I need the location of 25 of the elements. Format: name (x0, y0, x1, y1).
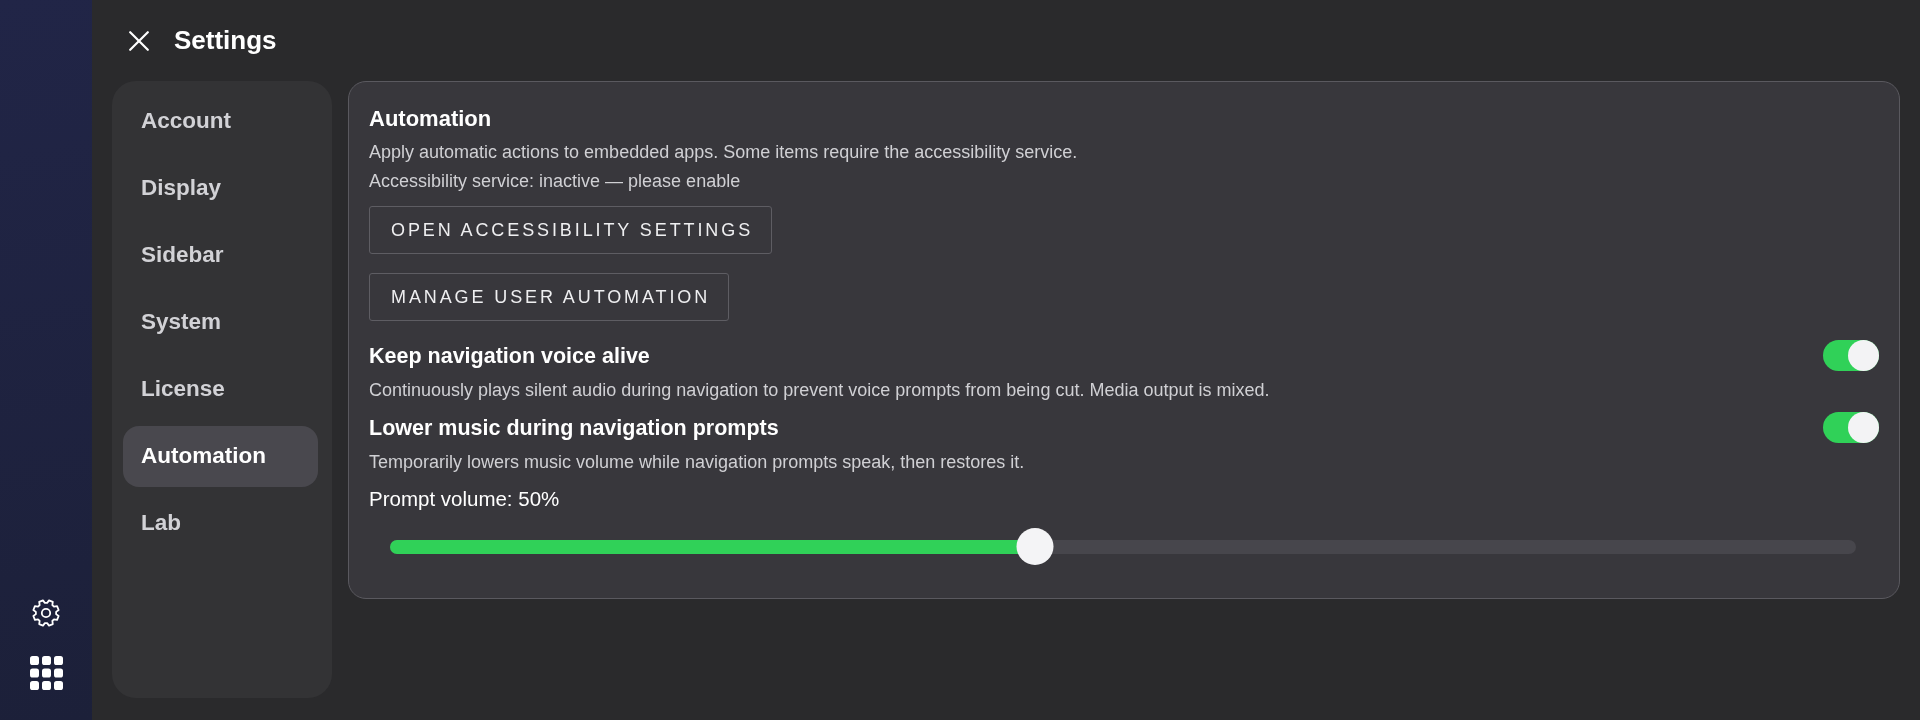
toggle-switch[interactable] (1823, 412, 1879, 443)
setting-description: Temporarily lowers music volume while navigation prompts speak, then restores it. (369, 451, 1026, 474)
service-status-text: Accessibility service: inactive — please enable (369, 170, 742, 193)
sidebar-item[interactable]: Sidebar (123, 225, 318, 286)
setting-title: Keep navigation voice alive (369, 342, 650, 370)
sidebar-item[interactable]: Account (123, 91, 318, 152)
toggle-switch[interactable] (1823, 340, 1879, 371)
page-title: Settings (174, 24, 277, 57)
action-button[interactable]: OPEN ACCESSIBILITY SETTINGS (369, 206, 773, 254)
slider-label: Prompt volume: 50% (369, 486, 561, 512)
settings-icon[interactable] (32, 599, 60, 627)
action-button[interactable]: MANAGE USER AUTOMATION (369, 273, 730, 321)
sidebar-item[interactable]: Automation (123, 426, 318, 487)
section-description: Apply automatic actions to embedded apps. Some items require the accessibility service. (369, 141, 1079, 164)
apps-grid-icon[interactable] (29, 656, 63, 690)
slider-thumb[interactable] (1016, 528, 1054, 565)
sidebar-item[interactable]: System (123, 292, 318, 353)
setting-description: Continuously plays silent audio during navigation to prevent voice prompts from being cut. Media output is mixed. (369, 379, 1271, 402)
close-icon[interactable] (129, 30, 149, 51)
slider-track[interactable] (390, 528, 1856, 566)
sidebar-item[interactable]: Display (123, 158, 318, 219)
sidebar-item[interactable]: License (123, 359, 318, 420)
section-title: Automation (369, 105, 493, 133)
sidebar-item[interactable]: Lab (123, 493, 318, 554)
setting-title: Lower music during navigation prompts (369, 414, 779, 442)
